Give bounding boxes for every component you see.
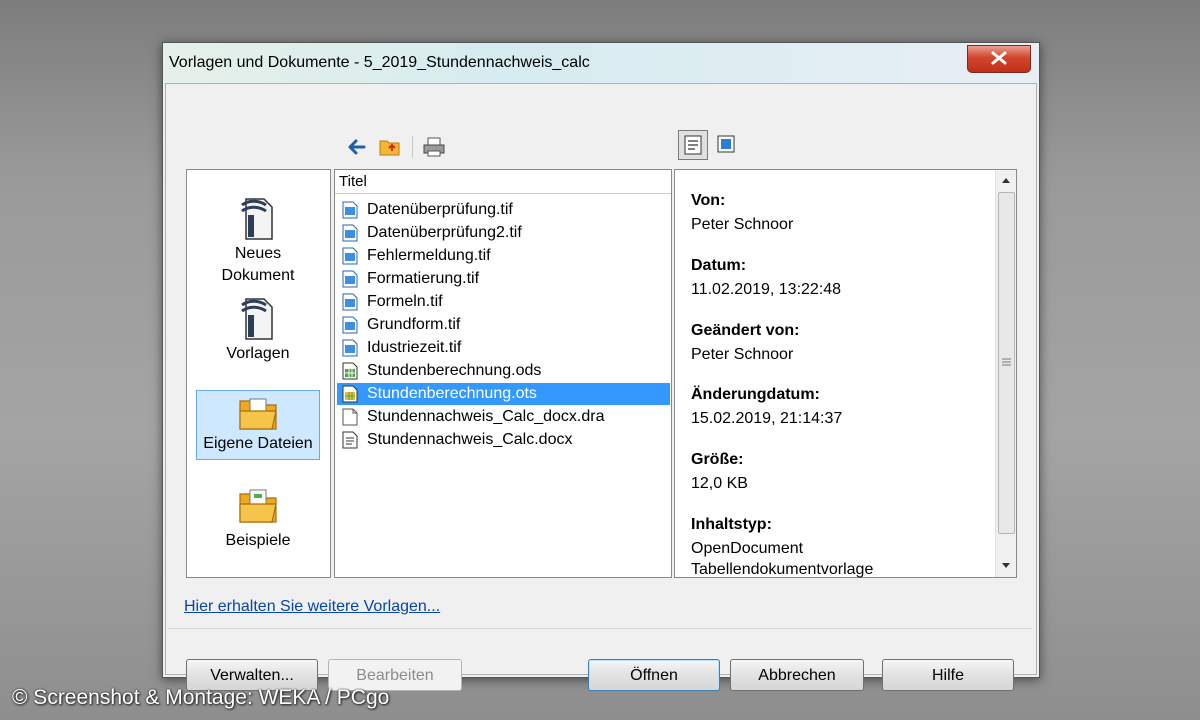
property-label: Geändert von: [691, 322, 800, 339]
property-value: Peter Schnoor [691, 216, 794, 233]
property-label: Datum: [691, 257, 747, 274]
file-row[interactable]: Datenüberprüfung2.tif [337, 222, 670, 244]
property-modified-date: Änderungdatum: 15.02.2019, 21:14:37 [691, 386, 842, 429]
file-name: Stundennachweis_Calc_docx.dra [367, 408, 605, 425]
file-row[interactable]: Stundennachweis_Calc_docx.dra [337, 406, 670, 428]
templates-dialog: Vorlagen und Dokumente - 5_2019_Stundenn… [162, 42, 1040, 691]
file-name: Datenüberprüfung2.tif [367, 224, 522, 241]
property-value: 11.02.2019, 13:22:48 [691, 281, 842, 298]
document-view-icon [684, 135, 702, 155]
file-name: Fehlermeldung.tif [367, 247, 491, 264]
close-icon [991, 51, 1007, 65]
copyright-watermark: © Screenshot & Montage: WEKA / PCgo [12, 686, 390, 709]
file-name: Stundenberechnung.ots [367, 385, 537, 402]
more-templates-link[interactable]: Hier erhalten Sie weitere Vorlagen... [184, 598, 440, 616]
cancel-button[interactable]: Abbrechen [730, 659, 864, 691]
title-bar[interactable]: Vorlagen und Dokumente - 5_2019_Stundenn… [163, 43, 1039, 83]
file-list: Titel Datenüberprüfung.tif Datenüberprüfu… [334, 169, 672, 578]
file-name: Idustriezeit.tif [367, 339, 462, 356]
file-name: Formatierung.tif [367, 270, 480, 287]
sidebar-item-label: Vorlagen [226, 345, 290, 362]
file-row[interactable]: Grundform.tif [337, 314, 670, 336]
property-value: Peter Schnoor [691, 346, 794, 363]
window-title: Vorlagen und Dokumente - 5_2019_Stundenn… [169, 54, 590, 71]
templates-icon [241, 298, 273, 340]
file-name: Stundennachweis_Calc.docx [367, 431, 573, 448]
properties-scrollbar[interactable] [995, 170, 1016, 577]
category-sidebar: Neues Dokument Vorlagen Eigene Dateien B… [186, 169, 331, 578]
property-label: Änderungdatum: [691, 386, 820, 403]
file-row[interactable]: Formeln.tif [337, 291, 670, 313]
property-content-type: Inhaltstyp: OpenDocument Tabellendokumen… [691, 516, 873, 580]
preview-icon [717, 135, 735, 153]
sidebar-item-label: Dokument [221, 267, 295, 284]
dialog-body: Neues Dokument Vorlagen Eigene Dateien B… [165, 83, 1037, 691]
property-value-line: Tabellendokumentvorlage [691, 561, 874, 578]
file-name: Formeln.tif [367, 293, 443, 310]
examples-folder-icon [239, 489, 277, 523]
file-row[interactable]: Stundenberechnung.ods [337, 360, 670, 382]
property-author: Von: Peter Schnoor [691, 192, 793, 235]
close-button[interactable] [967, 45, 1031, 73]
file-row[interactable]: Formatierung.tif [337, 268, 670, 290]
new-document-icon [241, 198, 273, 240]
property-label: Von: [691, 192, 726, 209]
property-modified-by: Geändert von: Peter Schnoor [691, 322, 799, 365]
grip-icon [1002, 358, 1011, 366]
column-header-title[interactable]: Titel [335, 170, 671, 194]
file-row[interactable]: Idustriezeit.tif [337, 337, 670, 359]
details-view-button[interactable] [678, 130, 708, 160]
sidebar-item-templates[interactable]: Vorlagen [197, 295, 319, 365]
property-label: Inhaltstyp: [691, 516, 772, 533]
properties-panel: Von: Peter Schnoor Datum: 11.02.2019, 13… [674, 169, 1017, 578]
help-button[interactable]: Hilfe [882, 659, 1014, 691]
property-value: 12,0 KB [691, 475, 748, 492]
open-button[interactable]: Öffnen [588, 659, 720, 691]
text-document-icon [341, 431, 359, 456]
printer-icon[interactable] [422, 136, 446, 158]
file-row[interactable]: Fehlermeldung.tif [337, 245, 670, 267]
my-files-folder-icon [239, 398, 277, 430]
sidebar-item-new-document[interactable]: Neues Dokument [197, 195, 319, 287]
divider [168, 628, 1032, 629]
file-row[interactable]: Datenüberprüfung.tif [337, 199, 670, 221]
file-name: Stundenberechnung.ods [367, 362, 542, 379]
arrow-left-icon[interactable] [346, 136, 368, 158]
file-name: Datenüberprüfung.tif [367, 201, 513, 218]
property-size: Größe: 12,0 KB [691, 451, 748, 494]
property-label: Größe: [691, 451, 744, 468]
file-row[interactable]: Stundenberechnung.ots [337, 383, 670, 405]
property-date: Datum: 11.02.2019, 13:22:48 [691, 257, 841, 300]
property-value: OpenDocument Tabellendokumentvorlage [691, 538, 873, 580]
scrollbar-thumb[interactable] [998, 192, 1015, 534]
property-value-line: OpenDocument [691, 540, 804, 557]
sidebar-item-my-files[interactable]: Eigene Dateien [196, 390, 320, 460]
preview-view-button[interactable] [712, 130, 742, 160]
scroll-down-icon[interactable] [1001, 562, 1011, 570]
sidebar-item-label: Neues [234, 245, 282, 262]
property-value: 15.02.2019, 21:14:37 [691, 410, 843, 427]
toolbar-separator [412, 136, 413, 158]
file-row[interactable]: Stundennachweis_Calc.docx [337, 429, 670, 451]
sidebar-item-label: Beispiele [225, 532, 291, 549]
scroll-up-icon[interactable] [1001, 176, 1011, 184]
sidebar-item-examples[interactable]: Beispiele [197, 488, 319, 552]
folder-up-icon[interactable] [378, 136, 402, 158]
sidebar-item-label: Eigene Dateien [203, 435, 313, 452]
file-name: Grundform.tif [367, 316, 461, 333]
